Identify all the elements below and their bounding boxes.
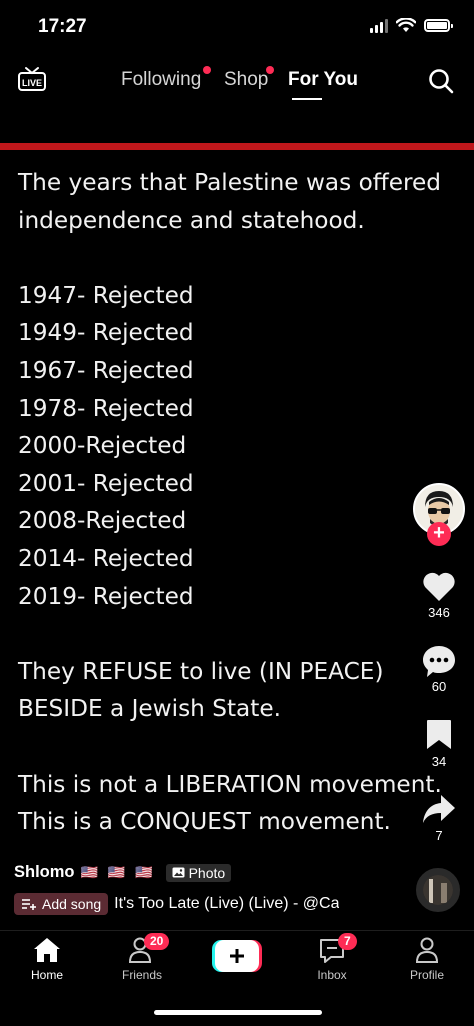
- comment-icon[interactable]: [420, 642, 458, 680]
- wifi-icon: [396, 18, 416, 32]
- photo-badge: Photo: [165, 863, 232, 882]
- inbox-badge: 7: [338, 933, 357, 950]
- photo-text: The years that Palestine was offered ind…: [18, 169, 442, 836]
- follow-plus-button[interactable]: +: [427, 522, 451, 546]
- music-disc[interactable]: [416, 868, 460, 912]
- status-icons: [370, 18, 453, 33]
- tab-for-you[interactable]: For You: [288, 69, 358, 91]
- home-indicator: [154, 1010, 322, 1015]
- nav-inbox-label: Inbox: [317, 968, 347, 982]
- home-icon: [34, 938, 60, 962]
- author-row: Shlomo 🇺🇸 🇺🇸 🇺🇸 Photo: [14, 863, 232, 882]
- shop-notification-dot: [266, 66, 274, 74]
- battery-icon: [424, 19, 453, 32]
- tab-following[interactable]: Following: [121, 69, 201, 91]
- bookmark-icon[interactable]: [420, 716, 458, 754]
- nav-home[interactable]: Home: [7, 936, 87, 982]
- song-row: Add song It's Too Late (Live) (Live) - @…: [14, 893, 364, 915]
- following-notification-dot: [203, 66, 211, 74]
- like-count: 346: [428, 605, 450, 620]
- nav-profile[interactable]: Profile: [387, 936, 467, 982]
- create-plus-button[interactable]: [212, 940, 262, 972]
- nav-profile-label: Profile: [409, 968, 444, 982]
- photo-badge-label: Photo: [188, 864, 226, 881]
- svg-text:LIVE: LIVE: [22, 78, 42, 88]
- share-count: 7: [435, 828, 443, 843]
- add-song-label: Add song: [42, 896, 102, 912]
- share-arrow-icon[interactable]: [420, 790, 458, 828]
- cellular-signal-icon: [370, 18, 388, 33]
- author-flags: 🇺🇸 🇺🇸 🇺🇸: [80, 864, 156, 880]
- nav-friends[interactable]: Friends 20: [102, 933, 182, 982]
- nav-friends-label: Friends: [121, 968, 162, 982]
- active-tab-indicator: [292, 98, 322, 100]
- photo-banner-stripe: [0, 143, 474, 150]
- nav-home-label: Home: [30, 968, 63, 982]
- music-disc-cover: [423, 875, 453, 905]
- nav-inbox[interactable]: Inbox 7: [292, 933, 372, 982]
- status-time: 17:27: [38, 16, 87, 37]
- comment-count: 60: [431, 679, 447, 694]
- image-icon: [172, 867, 185, 878]
- live-tv-icon[interactable]: LIVE: [17, 66, 47, 92]
- tab-shop[interactable]: Shop: [224, 69, 268, 91]
- playlist-add-icon: [22, 898, 36, 910]
- profile-icon: [415, 937, 439, 963]
- friends-badge: 20: [144, 933, 170, 950]
- search-icon[interactable]: [428, 68, 454, 94]
- author-name[interactable]: Shlomo: [14, 863, 75, 882]
- song-title[interactable]: It's Too Late (Live) (Live) - @Ca: [114, 895, 339, 913]
- save-count: 34: [431, 754, 447, 769]
- add-song-button[interactable]: Add song: [14, 893, 109, 915]
- heart-icon[interactable]: [420, 567, 458, 605]
